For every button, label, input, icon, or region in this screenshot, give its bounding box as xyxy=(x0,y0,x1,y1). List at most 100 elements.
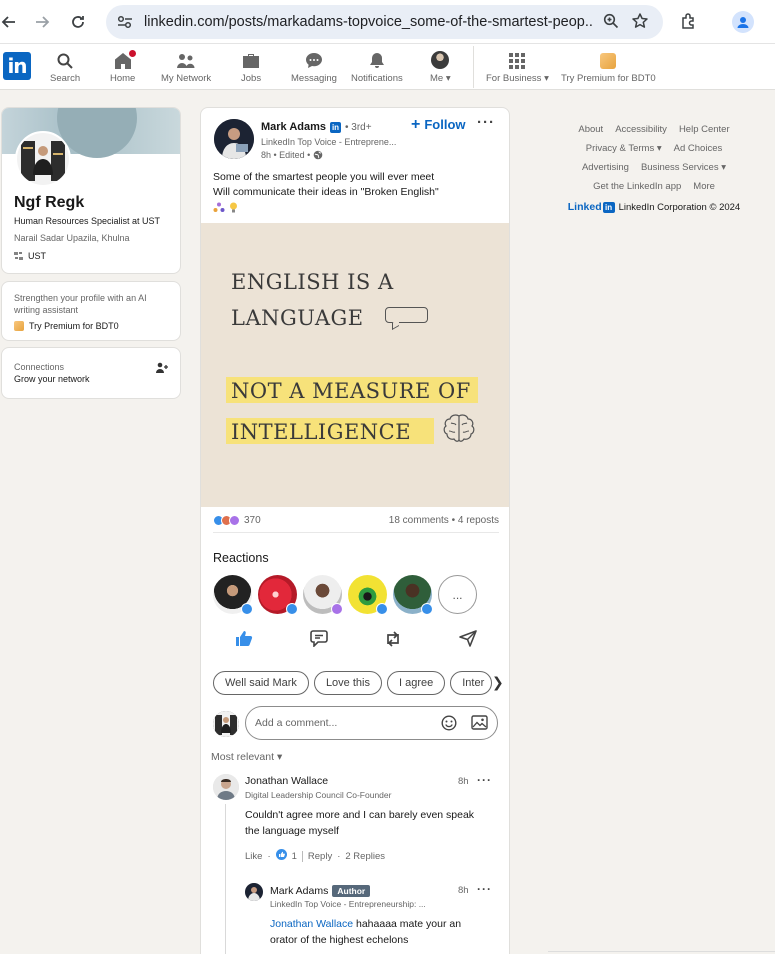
footer-link-more[interactable]: More xyxy=(693,177,715,196)
site-settings-icon[interactable] xyxy=(116,13,134,31)
divider xyxy=(548,951,775,952)
reply-author[interactable]: Mark Adams Author xyxy=(270,885,371,897)
reactor-avatar[interactable] xyxy=(213,575,253,615)
comment-button[interactable] xyxy=(309,630,328,651)
reply-more-icon[interactable]: ··· xyxy=(477,882,492,896)
image-line-2: LANGUAGE xyxy=(231,306,364,330)
nav-my-network[interactable]: My Network xyxy=(161,51,211,84)
reload-button[interactable] xyxy=(63,7,93,37)
premium-icon xyxy=(14,321,24,331)
bookmark-star-icon[interactable] xyxy=(631,12,649,33)
view-replies-link[interactable]: 2 Replies xyxy=(345,851,385,862)
nav-home[interactable]: Home xyxy=(110,48,138,84)
reactor-avatar[interactable] xyxy=(393,575,433,615)
url-text[interactable]: linkedin.com/posts/markadams-topvoice_so… xyxy=(144,14,592,30)
reactor-avatar[interactable] xyxy=(258,575,298,615)
nav-notifications[interactable]: Notifications xyxy=(351,51,403,84)
commenter-avatar[interactable] xyxy=(213,774,239,800)
reply-avatar[interactable] xyxy=(245,883,263,901)
comment-text: Couldn't agree more and I can barely eve… xyxy=(245,809,475,837)
suggested-reply-chip[interactable]: I agree xyxy=(386,671,446,695)
nav-me[interactable]: Me ▾ xyxy=(430,51,451,84)
back-button[interactable] xyxy=(0,7,24,37)
bell-icon xyxy=(369,53,384,68)
caret-down-icon: ▾ xyxy=(721,162,727,173)
post-time: 8h • Edited • xyxy=(261,150,323,160)
profile-org[interactable]: UST xyxy=(14,251,46,261)
image-line-4: INTELLIGENCE xyxy=(231,420,412,444)
footer-link-about[interactable]: About xyxy=(578,120,603,139)
emoji-icon[interactable] xyxy=(441,715,457,734)
comment-like-button[interactable]: Like xyxy=(245,851,262,862)
nav-jobs[interactable]: Jobs xyxy=(241,51,261,84)
try-premium-link[interactable]: Try Premium for BDT0 xyxy=(14,321,168,331)
image-icon[interactable] xyxy=(471,715,488,733)
chevron-right-icon[interactable]: ❯ xyxy=(492,674,504,691)
comment-like-count: 1 xyxy=(291,850,297,862)
speech-bubble-icon xyxy=(385,307,428,323)
profile-name[interactable]: Ngf Regk xyxy=(14,194,84,212)
grow-network-link[interactable]: Grow your network xyxy=(14,374,168,384)
linkedin-logo[interactable]: in xyxy=(3,52,31,80)
reactor-avatar[interactable] xyxy=(303,575,343,615)
footer-link-business[interactable]: Business Services ▾ xyxy=(641,158,726,177)
like-count-icon xyxy=(275,849,287,863)
post-image[interactable]: ENGLISH IS A LANGUAGE NOT A MEASURE OF I… xyxy=(201,223,509,507)
mention-link[interactable]: Jonathan Wallace xyxy=(270,918,353,930)
thumbs-up-icon xyxy=(236,631,253,646)
address-bar[interactable]: linkedin.com/posts/markadams-topvoice_so… xyxy=(106,5,663,39)
nav-search[interactable]: Search xyxy=(50,51,80,84)
author-avatar[interactable] xyxy=(214,119,254,159)
suggested-reply-chip[interactable]: Inter xyxy=(450,671,493,695)
profile-avatar[interactable] xyxy=(15,131,71,187)
footer-link-app[interactable]: Get the LinkedIn app xyxy=(593,177,681,196)
linkedin-badge-icon: in xyxy=(330,121,342,133)
send-button[interactable] xyxy=(459,630,477,651)
repost-button[interactable] xyxy=(384,630,402,651)
connections-card[interactable]: Connections Grow your network xyxy=(1,347,181,399)
comment-more-icon[interactable]: ··· xyxy=(477,773,492,787)
suggested-reply-chip[interactable]: Love this xyxy=(313,671,382,695)
reactor-avatar[interactable] xyxy=(348,575,388,615)
footer-link-ad-choices[interactable]: Ad Choices xyxy=(674,139,723,158)
chevron-down-icon: ▾ xyxy=(445,73,451,84)
comment-time: 8h xyxy=(458,776,469,787)
comments-reposts-link[interactable]: 18 comments • 4 reposts xyxy=(389,515,499,526)
premium-icon xyxy=(600,53,617,69)
search-icon xyxy=(57,53,73,69)
nav-messaging[interactable]: Messaging xyxy=(291,51,337,84)
commenter-name[interactable]: Jonathan Wallace xyxy=(245,775,328,787)
like-button[interactable] xyxy=(235,630,253,651)
browser-profile-icon[interactable] xyxy=(732,11,754,33)
reply-button[interactable]: Reply xyxy=(308,851,332,862)
comment-input[interactable]: Add a comment... xyxy=(245,706,498,740)
nav-for-business[interactable]: For Business ▾ xyxy=(486,51,549,84)
lightbulb-emoji-icon xyxy=(229,202,238,216)
browser-toolbar: linkedin.com/posts/markadams-topvoice_so… xyxy=(0,0,775,44)
grid-icon xyxy=(509,53,526,69)
reaction-summary[interactable]: 370 xyxy=(213,515,261,526)
post-more-menu-icon[interactable]: ··· xyxy=(477,114,495,131)
profile-location: Narail Sadar Upazila, Khulna xyxy=(14,233,130,243)
reply-time: 8h xyxy=(458,885,469,896)
nav-try-premium[interactable]: Try Premium for BDT0 xyxy=(561,51,656,84)
more-reactions-button[interactable]: ... xyxy=(438,575,477,614)
follow-button[interactable]: + Follow xyxy=(411,116,466,132)
briefcase-icon xyxy=(243,54,260,68)
nav-divider xyxy=(473,46,474,88)
post-card: Mark Adams in • 3rd+ LinkedIn Top Voice … xyxy=(200,107,510,954)
footer-link-privacy[interactable]: Privacy & Terms ▾ xyxy=(586,139,662,158)
my-avatar xyxy=(213,711,239,737)
profile-card[interactable]: Ngf Regk Human Resources Specialist at U… xyxy=(1,107,181,274)
suggested-reply-chip[interactable]: Well said Mark xyxy=(213,671,309,695)
footer-link-advertising[interactable]: Advertising xyxy=(582,158,629,177)
forward-button[interactable] xyxy=(27,7,57,37)
sort-dropdown[interactable]: Most relevant ▾ xyxy=(211,751,282,763)
premium-card[interactable]: Strengthen your profile with an AI writi… xyxy=(1,281,181,341)
footer-link-help[interactable]: Help Center xyxy=(679,120,730,139)
footer-link-accessibility[interactable]: Accessibility xyxy=(615,120,667,139)
extensions-icon[interactable] xyxy=(680,12,698,33)
zoom-icon[interactable] xyxy=(603,13,619,32)
author-name[interactable]: Mark Adams in • 3rd+ xyxy=(261,121,372,133)
thread-line xyxy=(225,804,226,954)
